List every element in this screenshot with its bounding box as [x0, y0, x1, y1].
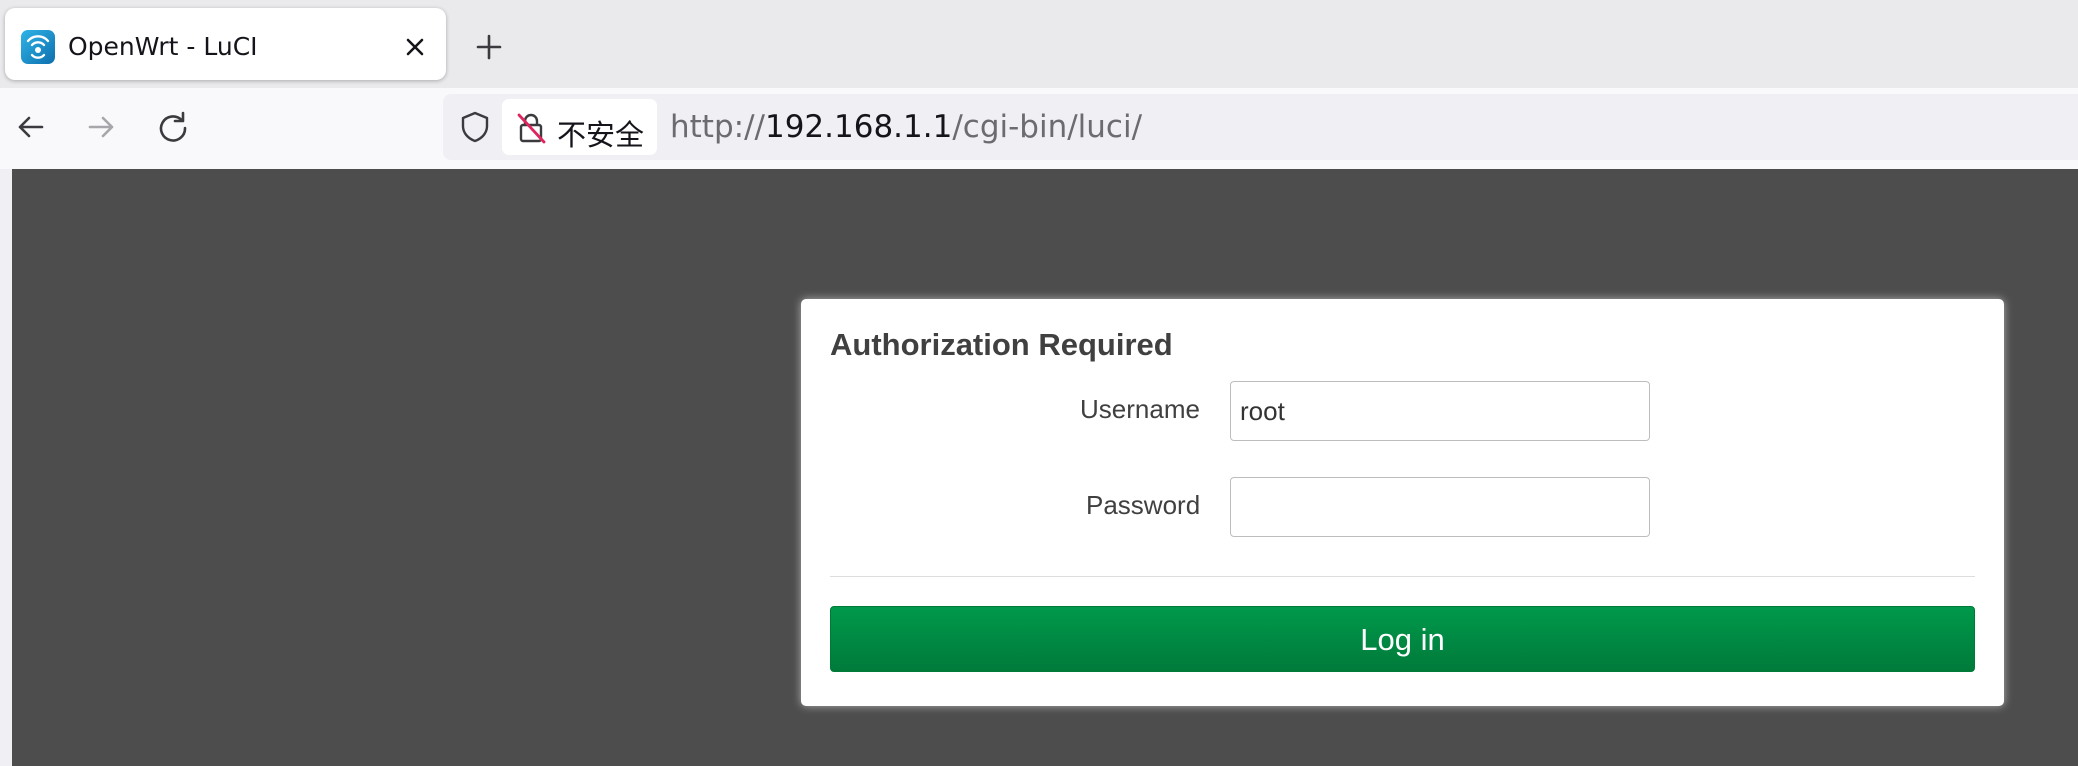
tab-title: OpenWrt - LuCI	[68, 32, 258, 61]
back-arrow-icon[interactable]	[8, 104, 54, 150]
navigation-toolbar: 不安全 http://192.168.1.1/cgi-bin/luci/	[0, 88, 2078, 169]
browser-tab-openwrt[interactable]: OpenWrt - LuCI	[5, 8, 446, 80]
login-heading: Authorization Required	[830, 327, 1173, 362]
url-scheme: http://	[670, 109, 765, 145]
insecure-lock-icon	[515, 111, 547, 145]
url-text[interactable]: http://192.168.1.1/cgi-bin/luci/	[670, 109, 1142, 145]
page-viewport: Authorization Required Username Password…	[12, 169, 2078, 766]
url-path: /cgi-bin/luci/	[952, 109, 1143, 145]
username-label: Username	[1080, 394, 1200, 424]
username-input[interactable]	[1230, 381, 1650, 441]
tracking-protection-shield-icon[interactable]	[458, 110, 492, 144]
reload-icon[interactable]	[150, 104, 196, 150]
new-tab-plus-icon[interactable]	[466, 24, 512, 70]
url-host: 192.168.1.1	[764, 109, 953, 145]
address-bar[interactable]: 不安全 http://192.168.1.1/cgi-bin/luci/	[443, 94, 2078, 160]
log-in-button-label: Log in	[1360, 622, 1445, 657]
connection-not-secure-indicator[interactable]: 不安全	[502, 99, 657, 155]
forward-arrow-icon[interactable]	[78, 104, 124, 150]
password-label: Password	[1086, 490, 1201, 520]
not-secure-label: 不安全	[557, 118, 645, 152]
tab-strip: OpenWrt - LuCI	[0, 0, 2078, 88]
close-tab-icon[interactable]	[397, 29, 433, 65]
openwrt-favicon-icon	[21, 30, 55, 64]
log-in-button[interactable]: Log in	[830, 606, 1975, 672]
form-divider	[830, 576, 1975, 577]
password-input[interactable]	[1230, 477, 1650, 537]
login-form: Authorization Required Username Password…	[801, 299, 2004, 706]
